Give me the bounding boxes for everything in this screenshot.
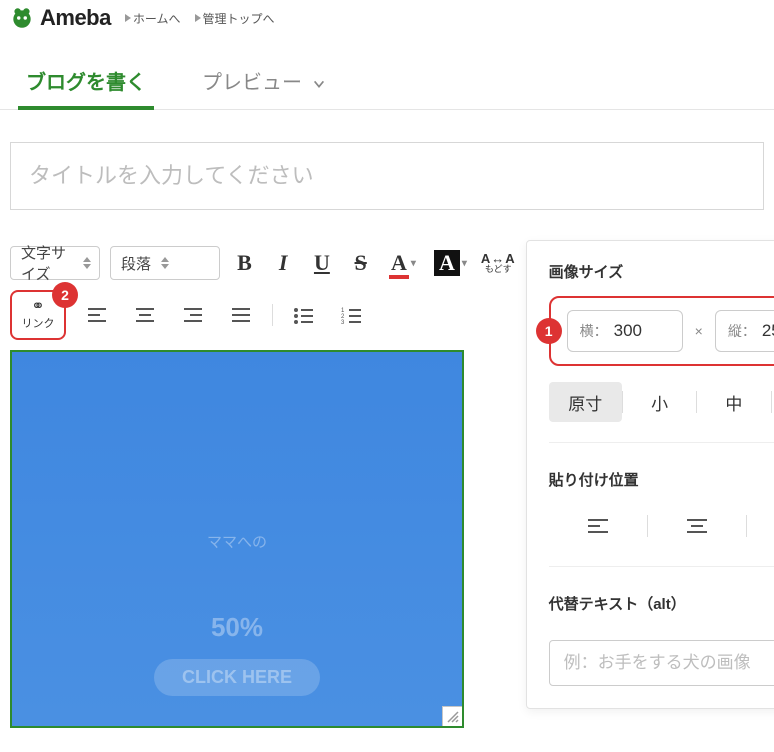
paste-align-left[interactable] (549, 506, 647, 546)
callout-badge-2: 2 (52, 282, 78, 308)
toolbar-row-1: 文字サイズ 段落 B I U S A ▾ A ▾ A↔A もどす (10, 246, 516, 280)
chevron-down-icon (312, 74, 326, 88)
reset-bottom-label: もどす (485, 265, 512, 274)
strike-button[interactable]: S (346, 246, 375, 280)
image-height-input[interactable]: 縦： 250 (715, 310, 774, 352)
canvas-cta: CLICK HERE (154, 659, 320, 696)
editor-tabs: ブログを書く プレビュー (0, 54, 774, 110)
paste-align-center[interactable] (648, 506, 746, 546)
image-width-input[interactable]: 横： 300 (567, 310, 683, 352)
caret-down-icon: ▾ (462, 258, 467, 269)
text-color-button[interactable]: A ▾ (385, 250, 420, 276)
tab-preview-label: プレビュー (202, 66, 302, 95)
nav-home-link[interactable]: ホームへ (125, 10, 181, 27)
height-prefix: 縦： (728, 321, 756, 341)
paste-position-row (549, 506, 774, 546)
preset-original[interactable]: 原寸 (549, 382, 622, 422)
insert-link-button[interactable]: ⚭ リンク ▾ 2 (10, 290, 66, 340)
brand-logo[interactable]: Ameba (8, 4, 111, 32)
nav-home-label: ホームへ (133, 10, 181, 27)
canvas-text: ママへの (207, 531, 267, 552)
caret-down-icon: ▾ (411, 258, 416, 269)
nav-admin-link[interactable]: 管理トップへ (195, 10, 275, 27)
reset-format-button[interactable]: A↔A もどす (481, 252, 516, 274)
ameba-mascot-icon (8, 4, 36, 32)
width-value: 300 (614, 321, 642, 341)
svg-text:3: 3 (341, 320, 345, 324)
tab-write-label: ブログを書く (26, 66, 146, 95)
size-preset-row: 原寸 小 中 大 (549, 382, 774, 422)
italic-button[interactable]: I (269, 246, 298, 280)
alt-text-input[interactable] (549, 640, 774, 686)
highlight-color-button[interactable]: A ▾ (430, 250, 471, 276)
topbar: Ameba ホームへ 管理トップへ (0, 0, 774, 32)
ordered-list-button[interactable]: 123 (335, 298, 369, 332)
underline-button[interactable]: U (308, 246, 337, 280)
unordered-list-button[interactable] (287, 298, 321, 332)
nav-admin-label: 管理トップへ (203, 10, 275, 27)
block-format-label: 段落 (121, 253, 151, 274)
resize-handle[interactable] (442, 706, 464, 728)
align-left-button[interactable] (80, 298, 114, 332)
post-title-input[interactable] (10, 142, 764, 210)
stepper-icon (161, 257, 169, 269)
link-button-label: リンク (22, 315, 55, 331)
brand-name: Ameba (40, 5, 111, 31)
link-icon: ⚭ (31, 299, 44, 315)
callout-badge-1: 1 (536, 318, 562, 344)
paste-position-heading: 貼り付け位置 (549, 469, 774, 490)
tab-write[interactable]: ブログを書く (22, 54, 150, 109)
canvas-discount: 50% (211, 612, 263, 643)
triangle-right-icon (195, 14, 201, 22)
bold-button[interactable]: B (230, 246, 259, 280)
image-settings-panel: 画像サイズ 1 横： 300 × 縦： 250 原寸 小 中 大 貼り付け位置 (526, 240, 774, 709)
preset-medium[interactable]: 中 (697, 382, 770, 422)
toolbar-divider (272, 304, 273, 326)
height-value: 250 (762, 321, 774, 341)
toolbar-row-2: ⚭ リンク ▾ 2 123 (10, 290, 516, 340)
tab-preview[interactable]: プレビュー (198, 54, 330, 109)
font-size-label: 文字サイズ (21, 242, 73, 284)
font-size-select[interactable]: 文字サイズ (10, 246, 100, 280)
align-justify-button[interactable] (224, 298, 258, 332)
preset-small[interactable]: 小 (623, 382, 696, 422)
width-prefix: 横： (580, 321, 608, 341)
block-format-select[interactable]: 段落 (110, 246, 220, 280)
image-size-box: 1 横： 300 × 縦： 250 (549, 296, 774, 366)
paste-align-right[interactable] (747, 506, 774, 546)
triangle-right-icon (125, 14, 131, 22)
stepper-icon (83, 257, 91, 269)
image-size-heading: 画像サイズ (549, 261, 774, 282)
selected-image[interactable]: ママへの 50% CLICK HERE (10, 350, 464, 728)
align-center-button[interactable] (128, 298, 162, 332)
times-icon: × (695, 323, 703, 339)
align-right-button[interactable] (176, 298, 210, 332)
alt-text-heading: 代替テキスト（alt） (549, 593, 774, 614)
